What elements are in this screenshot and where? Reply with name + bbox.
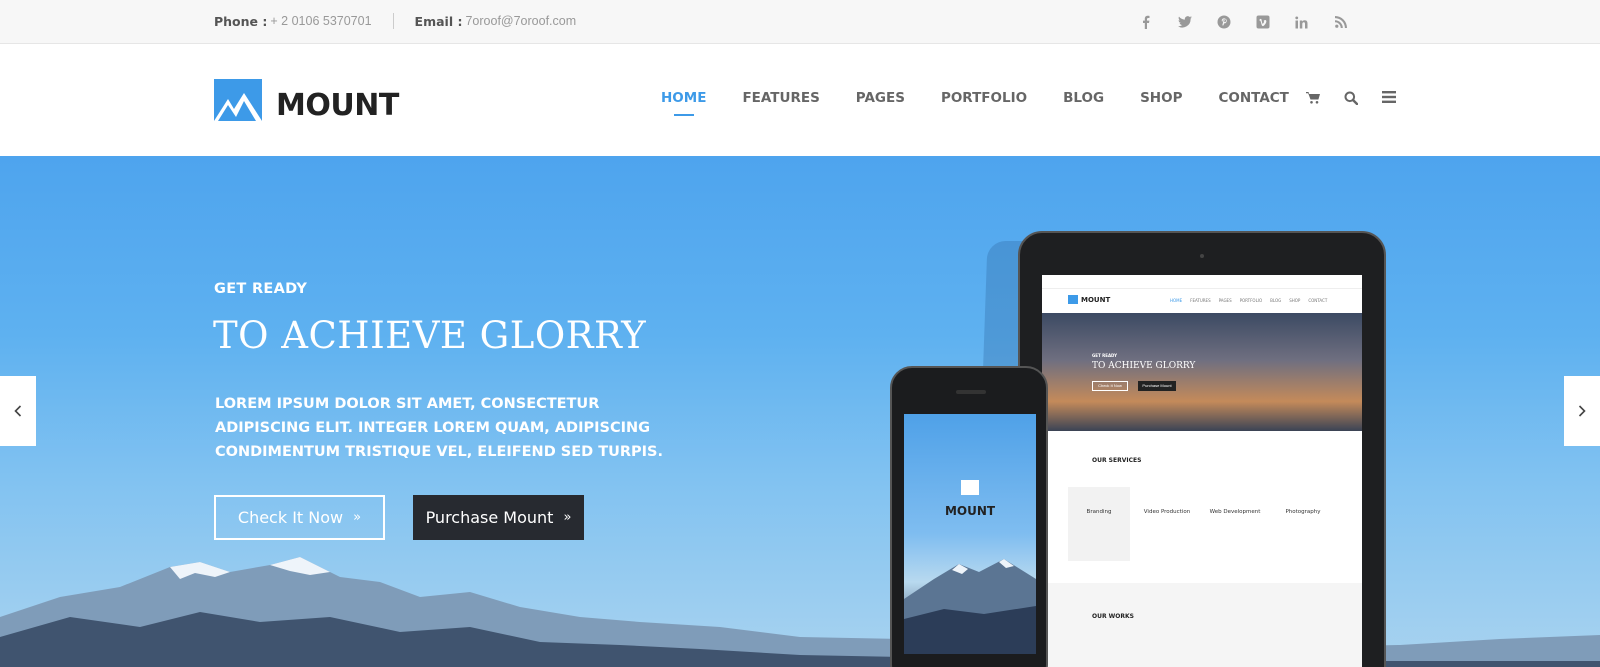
slider-next-button[interactable] (1564, 376, 1600, 446)
top-bar: Phone : + 2 0106 5370701 Email : 7oroof@… (0, 0, 1600, 44)
linkedin-icon[interactable] (1282, 12, 1321, 32)
nav-home[interactable]: HOME (661, 90, 706, 116)
nav-portfolio[interactable]: PORTFOLIO (941, 90, 1027, 114)
social-links (1126, 12, 1360, 32)
nav-pages[interactable]: PAGES (856, 90, 905, 114)
chevron-right-icon (1578, 405, 1586, 417)
phone-value[interactable]: + 2 0106 5370701 (270, 14, 371, 28)
vimeo-icon[interactable] (1243, 12, 1282, 32)
mini-logo: MOUNT (1068, 295, 1110, 304)
main-nav: HOME FEATURES PAGES PORTFOLIO BLOG SHOP … (661, 90, 1325, 116)
purchase-mount-button[interactable]: Purchase Mount » (413, 495, 584, 540)
nav-shop[interactable]: SHOP (1140, 90, 1182, 114)
button-label: Check It Now (237, 508, 344, 527)
chevron-left-icon (14, 405, 22, 417)
phone-logo: MOUNT (904, 480, 1036, 518)
tablet-mockup: MOUNT HOME FEATURES PAGES PORTFOLIO BLOG… (1018, 231, 1386, 667)
site-logo[interactable]: MOUNT (214, 79, 399, 121)
tablet-camera (1200, 254, 1204, 258)
twitter-icon[interactable] (1165, 12, 1204, 32)
pinterest-icon[interactable] (1204, 12, 1243, 32)
mini-hero: GET READY TO ACHIEVE GLORRY Check It Now… (1042, 313, 1362, 431)
nav-contact[interactable]: CONTACT (1218, 90, 1288, 114)
check-it-now-button[interactable]: Check It Now » (214, 495, 385, 540)
header-actions (1294, 91, 1408, 105)
logo-text: MOUNT (276, 88, 399, 123)
contact-info: Phone : + 2 0106 5370701 Email : 7oroof@… (214, 13, 576, 29)
mini-works: OUR WORKS (1042, 583, 1362, 667)
hero-title: TO ACHIEVE GLORRY (213, 314, 647, 357)
rss-icon[interactable] (1321, 12, 1360, 32)
hero-slider: GET READY TO ACHIEVE GLORRY LOREM IPSUM … (0, 156, 1600, 667)
cart-icon[interactable] (1294, 91, 1332, 105)
double-chevron-right-icon: » (353, 510, 362, 525)
hero-lead: LOREM IPSUM DOLOR SIT AMET, CONSECTETUR … (215, 396, 664, 460)
button-label: Purchase Mount (425, 508, 554, 527)
logo-mark-icon (214, 79, 262, 121)
phone-screen: MOUNT (904, 414, 1036, 654)
mini-services: OUR SERVICES Branding Video Production W… (1042, 431, 1362, 583)
mini-nav: HOME FEATURES PAGES PORTFOLIO BLOG SHOP … (1170, 298, 1328, 303)
nav-features[interactable]: FEATURES (742, 90, 819, 114)
phone-label: Phone : (214, 13, 268, 29)
tablet-screen: MOUNT HOME FEATURES PAGES PORTFOLIO BLOG… (1042, 275, 1362, 667)
double-chevron-right-icon: » (563, 510, 572, 525)
email-value[interactable]: 7oroof@7oroof.com (465, 14, 576, 28)
phone-mockup: MOUNT (890, 366, 1048, 667)
site-header: MOUNT HOME FEATURES PAGES PORTFOLIO BLOG… (0, 44, 1600, 156)
logo-mark-icon (961, 480, 979, 495)
slider-prev-button[interactable] (0, 376, 36, 446)
facebook-icon[interactable] (1126, 12, 1165, 32)
mini-topbar (1042, 275, 1362, 289)
mini-header: MOUNT HOME FEATURES PAGES PORTFOLIO BLOG… (1042, 289, 1362, 313)
menu-icon[interactable] (1370, 91, 1408, 105)
email-label: Email : (414, 13, 463, 29)
divider (392, 13, 394, 29)
nav-blog[interactable]: BLOG (1063, 90, 1104, 114)
search-icon[interactable] (1332, 91, 1370, 105)
phone-speaker (956, 390, 986, 394)
hero-pretitle: GET READY (214, 281, 308, 297)
